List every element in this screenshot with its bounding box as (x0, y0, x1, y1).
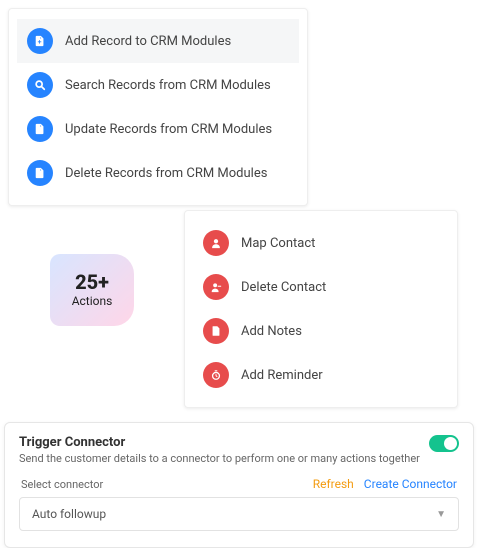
crm-actions-card: Add Record to CRM Modules Search Records… (8, 8, 308, 206)
contact-action-map[interactable]: Map Contact (193, 221, 449, 265)
actions-count-badge: 25+ Actions (50, 254, 134, 326)
connector-select[interactable]: Auto followup ▼ (19, 497, 459, 531)
chevron-down-icon: ▼ (436, 509, 446, 520)
actions-count-subtitle: Actions (72, 294, 113, 308)
contact-action-label: Delete Contact (241, 280, 326, 295)
file-edit-icon (27, 116, 53, 142)
contact-action-label: Map Contact (241, 236, 315, 251)
file-icon (203, 318, 229, 344)
crm-action-add-record[interactable]: Add Record to CRM Modules (17, 19, 299, 63)
refresh-link[interactable]: Refresh (313, 477, 354, 491)
clock-icon (203, 362, 229, 388)
crm-action-label: Delete Records from CRM Modules (65, 166, 267, 181)
crm-action-search-records[interactable]: Search Records from CRM Modules (17, 63, 299, 107)
crm-action-label: Add Record to CRM Modules (65, 34, 231, 49)
contact-actions-card: Map Contact Delete Contact Add Notes Add… (184, 210, 458, 408)
contact-action-add-reminder[interactable]: Add Reminder (193, 353, 449, 397)
crm-action-label: Search Records from CRM Modules (65, 78, 271, 93)
panel-description: Send the customer details to a connector… (19, 452, 420, 465)
contact-action-add-notes[interactable]: Add Notes (193, 309, 449, 353)
panel-header: Trigger Connector Send the customer deta… (19, 435, 459, 465)
contact-action-delete[interactable]: Delete Contact (193, 265, 449, 309)
trigger-connector-panel: Trigger Connector Send the customer deta… (4, 422, 474, 548)
search-icon (27, 72, 53, 98)
file-minus-icon (27, 160, 53, 186)
contact-action-label: Add Notes (241, 324, 302, 339)
connector-links: Refresh Create Connector (313, 477, 457, 491)
contact-action-label: Add Reminder (241, 368, 323, 383)
connector-header-row: Select connector Refresh Create Connecto… (19, 477, 459, 491)
panel-title: Trigger Connector (19, 435, 420, 450)
connector-selected-value: Auto followup (32, 507, 106, 521)
crm-action-delete-records[interactable]: Delete Records from CRM Modules (17, 151, 299, 195)
trigger-enabled-toggle[interactable] (429, 435, 459, 452)
user-minus-icon (203, 274, 229, 300)
user-icon (203, 230, 229, 256)
crm-action-label: Update Records from CRM Modules (65, 122, 272, 137)
select-connector-label: Select connector (21, 478, 103, 491)
file-plus-icon (27, 28, 53, 54)
panel-title-block: Trigger Connector Send the customer deta… (19, 435, 420, 465)
actions-count-number: 25+ (75, 272, 109, 292)
create-connector-link[interactable]: Create Connector (364, 477, 457, 491)
crm-action-update-records[interactable]: Update Records from CRM Modules (17, 107, 299, 151)
